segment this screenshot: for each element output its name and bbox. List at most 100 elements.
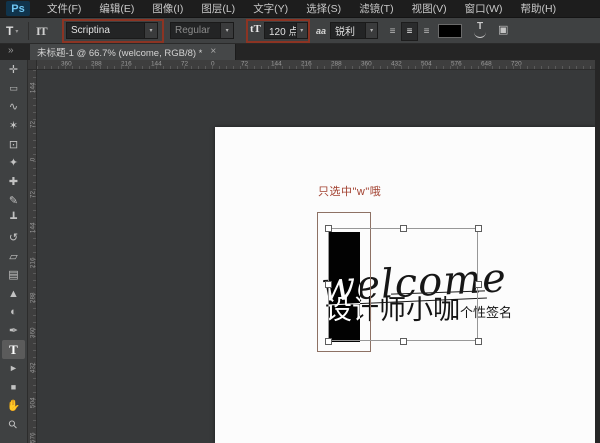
menu-item[interactable]: 选择(S) (297, 0, 350, 18)
transform-handle[interactable] (475, 225, 482, 232)
warp-text-letter: T (477, 22, 483, 32)
move-icon: ✛ (9, 63, 18, 76)
pasteboard: welcome 设计师小咖个性签名 welcome 设计师小咖个性签名 (37, 70, 595, 443)
text-color-swatch[interactable] (438, 24, 462, 38)
tool-magic-wand[interactable]: ✶ (0, 116, 27, 135)
tool-healing-brush[interactable]: ✚ (0, 172, 27, 191)
anti-alias-select[interactable]: 锐利 ▾ (330, 22, 378, 39)
v-ruler-label: 144 (29, 226, 36, 233)
font-size-select[interactable]: 120 点 ▾ (264, 22, 308, 39)
align-left-button[interactable]: ≡ (384, 22, 401, 41)
pen-icon: ✒ (9, 324, 18, 337)
lasso-icon: ∿ (9, 100, 18, 113)
align-center-button[interactable]: ≡ (401, 22, 418, 41)
tool-blur[interactable]: ▲ (0, 284, 27, 303)
h-ruler-label: 504 (421, 60, 432, 67)
align-right-button[interactable]: ≡ (418, 22, 435, 41)
tool-clone-stamp[interactable]: ┻ (0, 210, 27, 229)
menu-item[interactable]: 视图(V) (403, 0, 456, 18)
h-ruler-label: 648 (481, 60, 492, 67)
tool-eraser[interactable]: ▱ (0, 247, 27, 266)
transform-handle[interactable] (325, 338, 332, 345)
tool-shape[interactable]: ■ (0, 378, 27, 397)
healing-brush-icon: ✚ (9, 175, 18, 188)
tool-history-brush[interactable]: ↺ (0, 228, 27, 247)
h-ruler-label: 72 (181, 60, 188, 67)
v-ruler-label: 576 (29, 436, 36, 443)
transform-bounding-box[interactable] (328, 228, 478, 341)
v-ruler-label: 216 (29, 261, 36, 268)
menu-item[interactable]: 编辑(E) (90, 0, 143, 18)
tool-move[interactable]: ✛ (0, 60, 27, 79)
transform-handle[interactable] (325, 225, 332, 232)
menu-item[interactable]: 窗口(W) (456, 0, 512, 18)
v-ruler-label: 0 (29, 156, 36, 163)
v-ruler-label: 360 (29, 331, 36, 338)
font-style-select[interactable]: Regular ▾ (170, 22, 234, 39)
v-ruler-label: 432 (29, 366, 36, 373)
dodge-icon: ◐ (10, 306, 17, 318)
chevron-down-icon[interactable]: ▾ (144, 23, 157, 38)
annotation-note: 只选中"w"哦 (318, 183, 381, 199)
collapse-chevron-icon[interactable]: » (8, 45, 14, 56)
tool-pen[interactable]: ✒ (0, 322, 27, 341)
document-canvas[interactable]: welcome 设计师小咖个性签名 welcome 设计师小咖个性签名 (215, 127, 595, 443)
transform-handle[interactable] (475, 281, 482, 288)
clone-stamp-icon: ┻ (10, 212, 17, 225)
tool-marquee[interactable]: ▭ (0, 79, 27, 98)
chevron-down-icon[interactable]: ▾ (296, 23, 307, 38)
tool-preset-picker[interactable]: T ▾ (6, 18, 18, 44)
tool-dodge[interactable]: ◐ (0, 303, 27, 322)
transform-handle[interactable] (475, 338, 482, 345)
menu-item[interactable]: 文件(F) (38, 0, 90, 18)
tool-crop[interactable]: ⊡ (0, 135, 27, 154)
tool-zoom[interactable]: ⚲ (0, 415, 27, 434)
h-ruler-label: 72 (241, 60, 248, 67)
magic-wand-icon: ✶ (9, 119, 18, 132)
text-orientation-toggle[interactable]: IT (36, 18, 47, 44)
chevron-down-icon[interactable]: ▾ (220, 23, 233, 38)
font-family-select[interactable]: Scriptina ▾ (66, 22, 158, 39)
menu-item[interactable]: 文字(Y) (244, 0, 297, 18)
ps-logo: Ps (6, 1, 30, 16)
font-family-value: Scriptina (67, 25, 144, 36)
close-icon[interactable]: × (206, 44, 220, 60)
document-tab[interactable]: 未标题-1 @ 66.7% (welcome, RGB/8) * × (30, 44, 236, 60)
toggle-panels-icon[interactable]: ▣ (498, 25, 508, 36)
tool-hand[interactable]: ✋ (0, 396, 27, 415)
menu-bar: Ps 文件(F)编辑(E)图像(I)图层(L)文字(Y)选择(S)滤镜(T)视图… (0, 0, 600, 18)
path-select-icon: ► (9, 363, 18, 373)
horizontal-ruler[interactable]: 3602882161447207214421628836043250457664… (37, 60, 600, 70)
tool-type[interactable]: T (2, 340, 25, 359)
menu-item[interactable]: 图像(I) (143, 0, 192, 18)
h-ruler-label: 216 (121, 60, 132, 67)
tool-gradient[interactable]: ▤ (0, 266, 27, 285)
v-ruler-label: 72 (29, 191, 36, 198)
h-ruler-label: 720 (511, 60, 522, 67)
tool-eyedropper[interactable]: ✦ (0, 153, 27, 172)
crop-icon: ⊡ (9, 138, 18, 151)
tool-path-select[interactable]: ► (0, 359, 27, 378)
transform-handle[interactable] (400, 338, 407, 345)
menu-list: 文件(F)编辑(E)图像(I)图层(L)文字(Y)选择(S)滤镜(T)视图(V)… (38, 0, 565, 18)
h-ruler-label: 288 (91, 60, 102, 67)
menu-item[interactable]: 滤镜(T) (350, 0, 402, 18)
warp-text-icon[interactable]: T (472, 22, 488, 39)
blur-icon: ▲ (8, 288, 19, 300)
gradient-icon: ▤ (8, 268, 18, 281)
tool-brush[interactable]: ✎ (0, 191, 27, 210)
font-size-value: 120 点 (265, 23, 296, 38)
v-ruler-label: 72 (29, 121, 36, 128)
h-ruler-label: 360 (61, 60, 72, 67)
menu-item[interactable]: 图层(L) (192, 0, 244, 18)
vertical-ruler[interactable]: 14472072144216288360432504576 (28, 70, 37, 443)
transform-handle[interactable] (325, 281, 332, 288)
chevron-down-icon: ▾ (15, 28, 18, 35)
menu-item[interactable]: 帮助(H) (512, 0, 566, 18)
v-ruler-label: 288 (29, 296, 36, 303)
tool-lasso[interactable]: ∿ (0, 97, 27, 116)
transform-handle[interactable] (400, 225, 407, 232)
font-style-value: Regular (171, 25, 220, 36)
chevron-down-icon[interactable]: ▾ (365, 23, 377, 38)
type-tool-icon: T (6, 24, 13, 38)
